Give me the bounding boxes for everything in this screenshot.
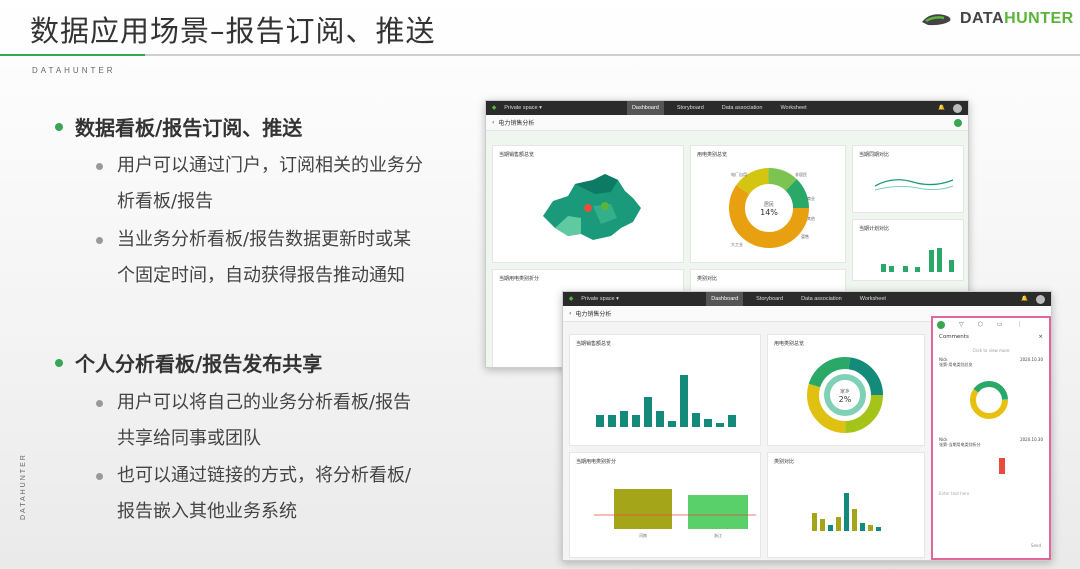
logo-text: DATAHUNTER	[960, 10, 1074, 27]
comment-bar-thumb	[999, 458, 1005, 474]
comment-entry-1: Nick 2020.10.30 张第-用电类别总览	[933, 353, 1049, 433]
panel-sales-bars: 当期销售额总览	[569, 334, 761, 446]
logo-mark-icon	[920, 10, 954, 28]
svg-text:大工业: 大工业	[731, 241, 743, 247]
panel-compare-front: 类别对比	[767, 452, 925, 558]
panel-type-donut-front: 用电类别总览 家乡 2%	[767, 334, 925, 446]
svg-text:商业: 商业	[807, 195, 815, 201]
add-icon[interactable]	[937, 321, 945, 329]
bullet-dot-icon	[55, 122, 63, 131]
map-chart	[543, 174, 641, 240]
slide-title: 数据应用场景–报告订阅、推送	[30, 14, 436, 48]
close-icon[interactable]: ×	[1038, 334, 1043, 340]
tab-data-association[interactable]: Data association	[796, 292, 847, 306]
section2-item-2: 也可以通过链接的方式，将分析看板/报告嵌入其他业务系统	[96, 458, 411, 530]
split-bar-chart: 河南 浙江	[594, 489, 756, 538]
bullet-dot-icon	[55, 358, 63, 367]
section1-heading: 数据看板/报告订阅、推送	[55, 112, 302, 141]
bell-icon[interactable]: 🔔	[938, 105, 945, 111]
donut-chart-front: 家乡 2%	[807, 357, 883, 433]
comment-icon[interactable]: ▭	[997, 321, 1003, 329]
dashboard-breadcrumb: ‹ 电力销售分析	[486, 115, 968, 131]
panel-sales-map: 当期销售额总览	[492, 145, 684, 263]
dashboard-screenshot-front: ◆ Private space ▾ Dashboard Storyboard D…	[562, 291, 1052, 561]
avatar[interactable]	[953, 103, 962, 113]
comments-panel: ▽ ⬡ ▭ ⋮ Comments × Click to view more Ni…	[931, 316, 1051, 560]
back-icon[interactable]: ‹	[569, 310, 571, 317]
app-logo-icon: ◆	[569, 296, 574, 302]
header-subtitle: DATAHUNTER	[32, 66, 116, 75]
panel-type-donut-back: 用电类别总览 居民 14% 大工业 非居民 商业 其他 趸售 电厂自用	[690, 145, 846, 263]
send-button[interactable]: Send	[1031, 543, 1041, 548]
header-divider	[0, 54, 1080, 56]
tab-worksheet[interactable]: Worksheet	[775, 101, 811, 115]
section2-heading: 个人分析看板/报告发布共享	[55, 348, 322, 377]
svg-text:电厂自用: 电厂自用	[731, 171, 747, 177]
comment-donut-thumb	[970, 381, 1008, 419]
donut-chart-back: 居民 14% 大工业 非居民 商业 其他 趸售 电厂自用	[729, 168, 815, 248]
dashboard-title: 电力销售分析	[575, 311, 612, 318]
tab-storyboard[interactable]: Storyboard	[751, 292, 788, 306]
sales-bar-chart	[596, 375, 736, 427]
tab-data-association[interactable]: Data association	[717, 101, 768, 115]
app-topbar: ◆ Private space ▾ Dashboard Storyboard D…	[486, 101, 968, 115]
svg-text:趸售: 趸售	[801, 233, 809, 239]
datahunter-logo: DATAHUNTER	[920, 10, 1074, 28]
donut-front-label: 家乡	[840, 388, 850, 395]
svg-text:浙江: 浙江	[714, 532, 722, 538]
svg-text:非居民: 非居民	[795, 171, 807, 177]
space-selector[interactable]: Private space ▾	[504, 105, 542, 111]
space-selector[interactable]: Private space ▾	[581, 296, 619, 302]
panel-split-front: 当期用电类别折分 河南 浙江	[569, 452, 761, 558]
app-topbar-front: ◆ Private space ▾ Dashboard Storyboard D…	[563, 292, 1051, 306]
comment-entry-2: Nick 2020.10.30 张第-当期用电类别折分	[933, 433, 1049, 487]
tab-worksheet[interactable]: Worksheet	[855, 292, 891, 306]
more-icon[interactable]: ⋮	[1017, 321, 1023, 329]
panel-yoy-line: 当期同期对比	[852, 145, 964, 213]
section1-item-2: 当业务分析看板/报告数据更新时或某 个固定时间，自动获得报告推动通知	[96, 222, 411, 294]
donut-front-value: 2%	[839, 395, 852, 404]
section1-item-1: 用户可以通过门户，订阅相关的业务分 析看板/报告	[96, 148, 423, 220]
svg-text:河南: 河南	[639, 532, 647, 538]
back-icon[interactable]: ‹	[492, 119, 494, 126]
app-logo-icon: ◆	[492, 105, 497, 111]
tab-dashboard[interactable]: Dashboard	[706, 292, 744, 306]
compare-bar-chart	[812, 493, 881, 531]
tab-dashboard[interactable]: Dashboard	[626, 101, 664, 115]
tab-storyboard[interactable]: Storyboard	[672, 101, 709, 115]
comments-title: Comments	[939, 334, 969, 340]
avatar[interactable]	[1036, 294, 1045, 304]
slide: 数据应用场景–报告订阅、推送 DATAHUNTER DATAHUNTER DAT…	[0, 0, 1080, 569]
donut-back-value: 14%	[760, 208, 778, 217]
filter-icon[interactable]: ▽	[959, 321, 964, 329]
comments-toolbar: ▽ ⬡ ▭ ⋮	[933, 318, 1049, 332]
svg-text:其他: 其他	[807, 215, 815, 221]
add-button[interactable]	[954, 118, 962, 127]
section2-item-1: 用户可以将自己的业务分析看板/报告 共享给同事或团队	[96, 385, 411, 457]
bell-icon[interactable]: 🔔	[1021, 296, 1028, 302]
dashboard-title: 电力销售分析	[498, 120, 535, 127]
comment-input[interactable]: Enter text here	[933, 487, 1049, 500]
panel-plan-bars: 当期计划对比	[852, 219, 964, 281]
side-vertical-text: DATAHUNTER	[20, 453, 27, 520]
shield-icon[interactable]: ⬡	[978, 321, 983, 329]
